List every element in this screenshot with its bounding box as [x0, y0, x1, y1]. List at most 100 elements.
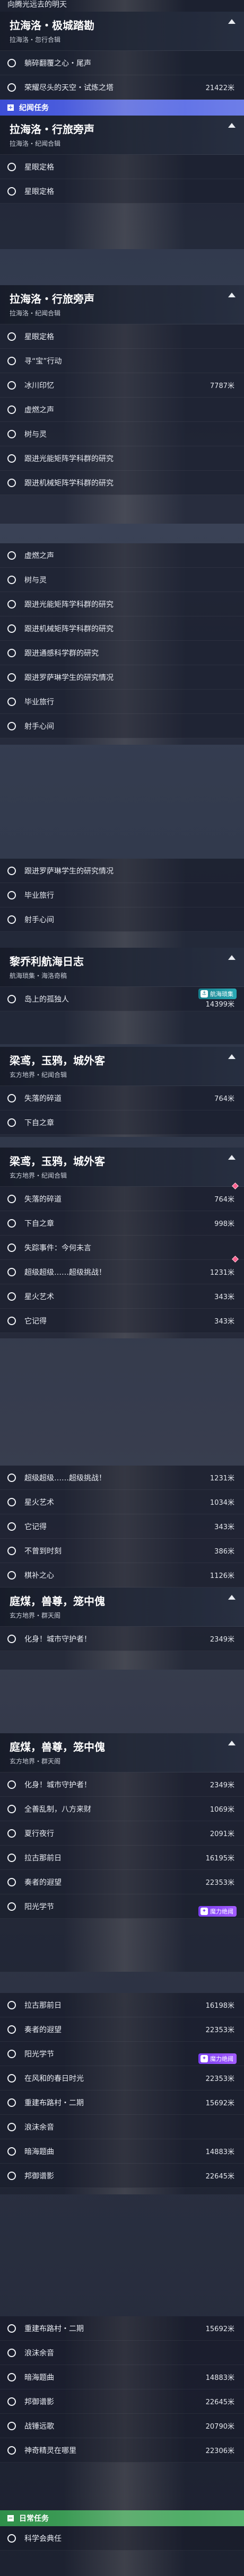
collapse-arrow-icon[interactable]: [228, 293, 236, 297]
quest-item[interactable]: 科学会典任: [0, 2526, 244, 2551]
quest-item[interactable]: 奏者的遐望 22353米: [0, 1870, 244, 1894]
quest-item[interactable]: 毕业旅行: [0, 690, 244, 714]
radio-icon: [7, 2397, 16, 2406]
quest-item[interactable]: 超级超级……超级挑战！ 1231米: [0, 1256, 244, 1284]
quest-item[interactable]: 浪沫余音: [0, 2341, 244, 2365]
quest-group-subtitle: 拉海洛・忽行合辑: [10, 36, 61, 43]
quest-item[interactable]: 虚燃之声: [0, 398, 244, 422]
quest-item[interactable]: 浪沫余音: [0, 2115, 244, 2139]
collapse-arrow-icon[interactable]: [228, 1595, 236, 1600]
quest-item[interactable]: 暗海题曲 14883米: [0, 2139, 244, 2164]
quest-tag-badge: ✦ 魔力绝阈: [198, 2053, 237, 2064]
quest-item[interactable]: 跟进机械矩阵学科群的研究: [0, 471, 244, 495]
quest-item[interactable]: 跟进光能矩阵学科群的研究: [0, 592, 244, 616]
quest-item[interactable]: 树与灵: [0, 568, 244, 592]
quest-group-header[interactable]: 拉海洛・行旅旁声 拉海洛・纪闻合辑: [0, 116, 244, 155]
collapse-arrow-icon[interactable]: [228, 1155, 236, 1160]
quest-item[interactable]: 神奇精灵在哪里 22306米: [0, 2438, 244, 2463]
quest-group-title: 庭煤，兽尊，笼中傀: [10, 1595, 105, 1608]
quest-item[interactable]: 树与灵: [0, 422, 244, 446]
quest-item[interactable]: 暗海题曲 14883米: [0, 2365, 244, 2389]
quest-item[interactable]: 邦御谱影 22645米: [0, 2164, 244, 2188]
quest-item[interactable]: 跟进罗萨琳学生的研究情况: [0, 859, 244, 883]
radio-icon: [7, 187, 16, 196]
quest-item[interactable]: 跟进罗萨琳学生的研究情况: [0, 665, 244, 690]
radio-icon: [7, 2049, 16, 2058]
radio-icon: [7, 1194, 16, 1203]
collapse-arrow-icon[interactable]: [228, 1054, 236, 1059]
quest-item[interactable]: 跟进光能矩阵学科群的研究: [0, 446, 244, 471]
quest-item[interactable]: 阳光学节 ✦ 魔力绝阈: [0, 2042, 244, 2066]
quest-item[interactable]: 冰川印忆 7787米: [0, 373, 244, 398]
quest-group-header[interactable]: 庭煤，兽尊，笼中傀 玄方地界・群天阁: [0, 1587, 244, 1627]
quest-item[interactable]: 岛上的孤独人 14399米 ⚓ 航海琐集: [0, 987, 244, 1011]
quest-group-header[interactable]: 拉海洛・极城踏勘 拉海洛・忽行合辑: [0, 12, 244, 51]
quest-item[interactable]: 下自之章: [0, 1110, 244, 1135]
radio-icon: [7, 915, 16, 924]
quest-item[interactable]: 毕业旅行: [0, 883, 244, 907]
quest-group-header[interactable]: 拉海洛・行旅旁声 拉海洛・纪闻合辑: [0, 285, 244, 324]
radio-icon: [7, 1497, 16, 1506]
quest-group-header[interactable]: 梁鸢，玉鸦，城外客 玄方地界・纪闻合辑: [0, 1148, 244, 1187]
quest-item[interactable]: 邦御谱影 22645米: [0, 2389, 244, 2414]
collapse-arrow-icon[interactable]: [228, 955, 236, 960]
quest-group-title: 梁鸢，玉鸦，城外客: [10, 1054, 105, 1067]
quest-item[interactable]: 不曾到时刻 386米: [0, 1539, 244, 1563]
quest-item[interactable]: 重建布路村・二期 15692米: [0, 2090, 244, 2115]
list-item[interactable]: 向腾光远去的明天: [0, 0, 244, 12]
quest-item[interactable]: 射手心间: [0, 714, 244, 738]
category-header[interactable]: − 日常任务: [0, 2510, 244, 2526]
quest-group-header[interactable]: 黎乔利航海日志 航海琐集・海洛奇稿: [0, 948, 244, 987]
screenshot-strip-10: 重建布路村・二期 15692米 浪沫余音 暗海题曲 14883米 邦御谱影 22645…: [0, 2316, 244, 2576]
quest-item[interactable]: 星眼定格: [0, 155, 244, 179]
quest-item[interactable]: 荣耀尽头的天空・试炼之塔 21422米: [0, 75, 244, 100]
quest-item[interactable]: 寻“宝”行动: [0, 349, 244, 373]
quest-item[interactable]: 跟进通感科学群的研究: [0, 641, 244, 665]
radio-icon: [7, 162, 16, 171]
radio-icon: [7, 648, 16, 657]
quest-item[interactable]: 失落的碎道 764米: [0, 1086, 244, 1110]
quest-item[interactable]: 星眼定格: [0, 179, 244, 204]
category-header[interactable]: + 纪闻任务: [0, 100, 244, 116]
quest-item[interactable]: 失落的碎道 764米: [0, 1183, 244, 1211]
quest-item[interactable]: 重建布路村・二期 15692米: [0, 2316, 244, 2341]
quest-group-header[interactable]: 庭煤，兽尊，笼中傀 玄方地界・群天阁: [0, 1733, 244, 1772]
collapse-arrow-icon[interactable]: [228, 1741, 236, 1745]
quest-item[interactable]: 星眼定格: [0, 324, 244, 349]
quest-item[interactable]: 它记得 343米: [0, 1514, 244, 1539]
quest-item[interactable]: 躺碎翻覆之心・尾声: [0, 51, 244, 75]
collapse-arrow-icon[interactable]: [228, 123, 236, 128]
collapse-arrow-icon[interactable]: [228, 19, 236, 24]
quest-item[interactable]: 夏行夜行 2091米: [0, 1821, 244, 1846]
quest-item[interactable]: 超级超级……超级挑战！ 1231米: [0, 1466, 244, 1490]
quest-item[interactable]: 虚燃之声: [0, 543, 244, 568]
screenshot-strip-9: 拉古那前日 16198米 奏者的遐望 22353米 阳光学节 ✦ 魔力绝阈 在风和的春日…: [0, 1993, 244, 2194]
quest-item[interactable]: 星火艺术 343米: [0, 1284, 244, 1309]
radio-icon: [7, 2098, 16, 2107]
quest-item[interactable]: 它记得 343米: [0, 1309, 244, 1333]
quest-item[interactable]: 化身！城市守护者！ 2349米: [0, 1772, 244, 1797]
radio-icon: [7, 2534, 16, 2543]
quest-item[interactable]: 跟进机械矩阵学科群的研究: [0, 616, 244, 641]
radio-icon: [7, 356, 16, 365]
quest-item[interactable]: 阳光学节 ✦ 魔力绝阈: [0, 1894, 244, 1919]
quest-item[interactable]: 失踪事件：今何未言: [0, 1236, 244, 1260]
quest-item[interactable]: 下自之章 998米: [0, 1211, 244, 1236]
quest-item[interactable]: 战锤远歌 20790米: [0, 2414, 244, 2438]
radio-icon: [7, 1546, 16, 1555]
quest-group-title: 拉海洛・极城踏勘: [10, 19, 94, 32]
quest-item[interactable]: 全善乱制，八方来财 1069米: [0, 1797, 244, 1821]
quest-item[interactable]: 化身！城市守护者！ 2349米: [0, 1627, 244, 1651]
radio-icon: [7, 2421, 16, 2430]
quest-item[interactable]: 拉古那前日 16195米: [0, 1846, 244, 1870]
quest-item[interactable]: 拉古那前日 16198米: [0, 1993, 244, 2017]
quest-item[interactable]: 奏者的遐望 22353米: [0, 2017, 244, 2042]
quest-item[interactable]: 在风和的春日时光 22353米: [0, 2066, 244, 2090]
radio-icon: [7, 58, 16, 67]
quest-item[interactable]: 棋补之心 1126米: [0, 1563, 244, 1587]
quest-item[interactable]: 星火艺术 1034米: [0, 1490, 244, 1514]
radio-icon: [7, 1093, 16, 1102]
quest-group-header[interactable]: 梁鸢，玉鸦，城外客 玄方地界・纪闻合辑: [0, 1047, 244, 1086]
radio-icon: [7, 1316, 16, 1325]
quest-item[interactable]: 射手心间: [0, 907, 244, 932]
